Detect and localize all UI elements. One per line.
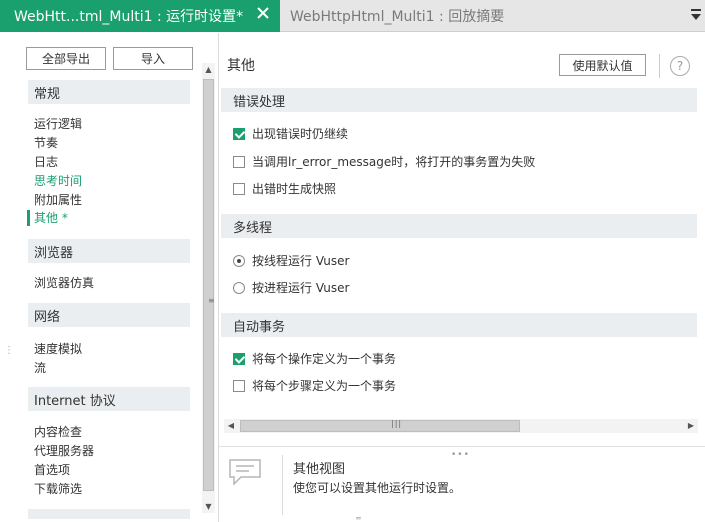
option-label: 将每个操作定义为一个事务 [252,352,397,366]
splitter-handle-icon[interactable]: ⋮ [4,345,14,356]
option-fail-open-transactions[interactable]: 当调用lr_error_message时，将打开的事务置为失败 [233,153,535,170]
group-header-network[interactable]: 网络 [28,303,190,327]
settings-sidebar: 全部导出 导入 常规 运行逻辑 节奏 日志 思考时间 附加属性 其他 * 浏览器… [0,33,216,522]
radio-button[interactable] [233,281,245,294]
option-label: 当调用lr_error_message时，将打开的事务置为失败 [252,155,536,169]
content-horizontal-scrollbar[interactable]: ◀ ||| ▶ [224,419,698,433]
option-label: 按线程运行 Vuser [252,254,350,268]
sidebar-item-browser-emulation[interactable]: 浏览器仿真 [34,274,94,292]
sidebar-item-pacing[interactable]: 节奏 [34,134,58,152]
option-run-as-thread[interactable]: 按线程运行 Vuser [233,252,349,269]
comment-icon [227,457,263,487]
sidebar-item-speed-simulation[interactable]: 速度模拟 [34,340,82,358]
import-button[interactable]: 导入 [113,47,193,70]
sidebar-item-preferences[interactable]: 首选项 [34,461,70,479]
sidebar-item-additional-attributes[interactable]: 附加属性 [34,191,82,209]
info-divider [282,455,283,515]
panel-divider [219,446,705,447]
settings-content: 其他 使用默认值 ? 错误处理 出现错误时仍继续 当调用lr_error_mes… [218,33,705,522]
tab-list-dropdown-icon[interactable] [691,9,703,23]
export-all-button[interactable]: 全部导出 [26,47,106,70]
sidebar-item-run-logic[interactable]: 运行逻辑 [34,115,82,133]
tab-label: WebHtt...tml_Multi1 : 运行时设置* [14,9,244,25]
splitter-handle-icon[interactable]: ••• [451,450,470,460]
sidebar-item-streams[interactable]: 流 [34,359,46,377]
section-error-handling: 错误处理 [221,88,697,112]
help-icon[interactable]: ? [670,56,690,76]
checkbox[interactable] [233,379,245,392]
sidebar-item-think-time[interactable]: 思考时间 [34,172,82,190]
group-header-partial [28,509,190,519]
scrollbar-thumb[interactable]: ≡ [203,79,215,491]
sidebar-item-content-check[interactable]: 内容检查 [34,423,82,441]
close-icon[interactable] [254,6,272,24]
group-header-general[interactable]: 常规 [28,80,190,104]
option-label: 出现错误时仍继续 [252,127,349,141]
option-label: 出错时生成快照 [252,182,337,196]
option-continue-on-error[interactable]: 出现错误时仍继续 [233,125,348,142]
option-step-as-transaction[interactable]: 将每个步骤定义为一个事务 [233,377,396,394]
tab-label: WebHttpHtml_Multi1 : 回放摘要 [290,9,505,25]
scroll-right-icon[interactable]: ▶ [684,419,698,433]
sidebar-item-download-filters[interactable]: 下载筛选 [34,480,82,498]
use-defaults-button[interactable]: 使用默认值 [559,54,646,76]
info-title: 其他视图 [293,462,346,477]
selection-indicator [27,210,30,226]
sidebar-item-miscellaneous[interactable]: 其他 * [34,209,68,227]
sidebar-item-log[interactable]: 日志 [34,153,58,171]
option-action-as-transaction[interactable]: 将每个操作定义为一个事务 [233,350,396,367]
scroll-down-icon[interactable]: ▼ [202,500,215,513]
checkbox[interactable] [233,155,245,168]
tab-replay-summary[interactable]: WebHttpHtml_Multi1 : 回放摘要 [290,0,504,32]
option-label: 将每个步骤定义为一个事务 [252,379,397,393]
tab-bar: WebHtt...tml_Multi1 : 运行时设置* WebHttpHtml… [0,0,705,32]
scrollbar-thumb[interactable]: ||| [240,419,520,432]
scroll-left-icon[interactable]: ◀ [224,419,238,433]
grip-icon: ||| [391,419,403,428]
grip-icon: ≡ [208,296,215,305]
sidebar-scrollbar[interactable]: ▲ ≡ ▼ [202,63,215,513]
checkbox[interactable] [233,127,245,140]
section-automatic-transactions: 自动事务 [221,313,697,337]
option-label: 按进程运行 Vuser [252,281,350,295]
info-description: 使您可以设置其他运行时设置。 [293,481,462,495]
option-run-as-process[interactable]: 按进程运行 Vuser [233,279,349,296]
tab-runtime-settings[interactable]: WebHtt...tml_Multi1 : 运行时设置* [0,0,280,32]
checkbox[interactable] [233,182,245,195]
group-header-internet-protocol[interactable]: Internet 协议 [28,387,190,411]
scroll-up-icon[interactable]: ▲ [202,63,215,76]
checkbox[interactable] [233,352,245,365]
page-title: 其他 [227,58,255,74]
toolbar-divider [659,54,660,78]
radio-button[interactable] [233,254,245,267]
sidebar-item-proxy[interactable]: 代理服务器 [34,442,94,460]
group-header-browser[interactable]: 浏览器 [28,239,190,263]
section-multithreading: 多线程 [221,214,697,238]
option-snapshot-on-error[interactable]: 出错时生成快照 [233,180,336,197]
bottom-splitter-icon[interactable]: ═ [356,514,361,522]
